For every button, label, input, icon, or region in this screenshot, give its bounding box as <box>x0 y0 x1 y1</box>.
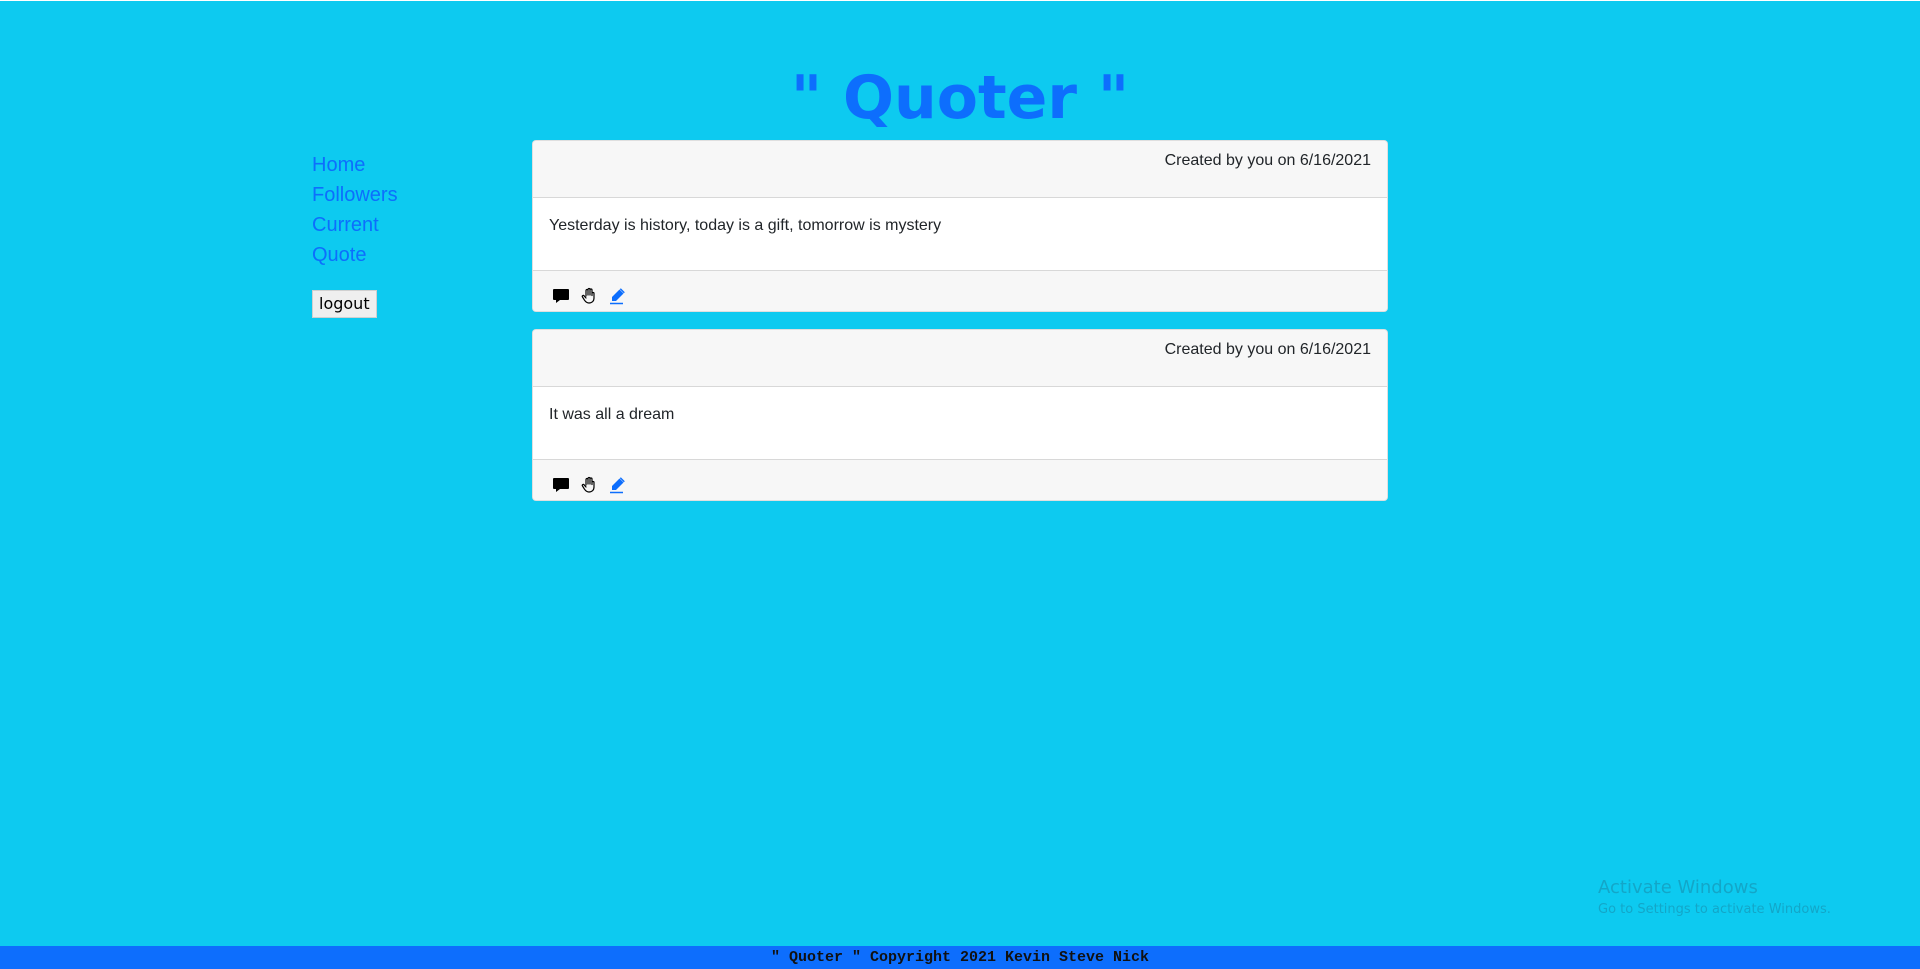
quote-meta: Created by you on 6/16/2021 <box>533 330 1387 387</box>
quote-list: Created by you on 6/16/2021 Yesterday is… <box>532 140 1388 518</box>
comment-icon[interactable] <box>551 286 571 306</box>
quote-actions <box>533 270 1387 311</box>
sidebar-link-quote[interactable]: Quote <box>312 240 492 270</box>
quote-text: It was all a dream <box>549 406 675 423</box>
edit-pen-icon[interactable] <box>607 286 627 306</box>
sidebar-nav: Home Followers Current Quote logout <box>312 150 492 318</box>
watermark-subtitle: Go to Settings to activate Windows. <box>1598 902 1831 917</box>
sidebar-link-home[interactable]: Home <box>312 150 492 180</box>
windows-activation-watermark: Activate Windows Go to Settings to activ… <box>1598 876 1831 920</box>
watermark-title: Activate Windows <box>1598 877 1758 898</box>
quote-meta: Created by you on 6/16/2021 <box>533 141 1387 198</box>
site-title: " Quoter " <box>790 63 1130 133</box>
page-footer: " Quoter " Copyright 2021 Kevin Steve Ni… <box>0 946 1920 969</box>
sidebar-link-current[interactable]: Current <box>312 210 492 240</box>
quote-actions <box>533 459 1387 500</box>
hand-icon[interactable] <box>579 286 599 306</box>
top-border <box>0 0 1920 1</box>
edit-pen-icon[interactable] <box>607 475 627 495</box>
hand-icon[interactable] <box>579 475 599 495</box>
sidebar-link-followers[interactable]: Followers <box>312 180 492 210</box>
logout-button[interactable]: logout <box>312 290 377 318</box>
quote-card: Created by you on 6/16/2021 It was all a… <box>532 329 1388 501</box>
quote-card: Created by you on 6/16/2021 Yesterday is… <box>532 140 1388 312</box>
comment-icon[interactable] <box>551 475 571 495</box>
quote-text: Yesterday is history, today is a gift, t… <box>549 217 942 234</box>
